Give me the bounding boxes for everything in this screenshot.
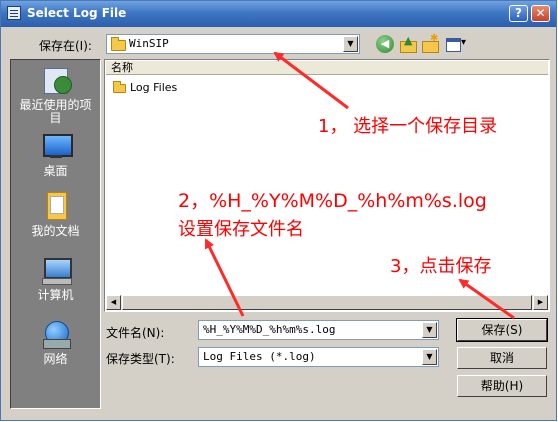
annotation-step-3: 3，点击保存 <box>390 256 492 277</box>
annotation-step-2: 2，%H_%Y%M%D_%h%m%s.log <box>178 190 487 212</box>
arrow-to-save-in <box>273 51 349 110</box>
arrow-to-filename <box>204 238 245 317</box>
annotation-step-2-caption: 设置保存文件名 <box>178 219 304 240</box>
arrow-to-save-button <box>458 278 515 320</box>
annotation-step-1: 1， 选择一个保存目录 <box>318 116 498 137</box>
